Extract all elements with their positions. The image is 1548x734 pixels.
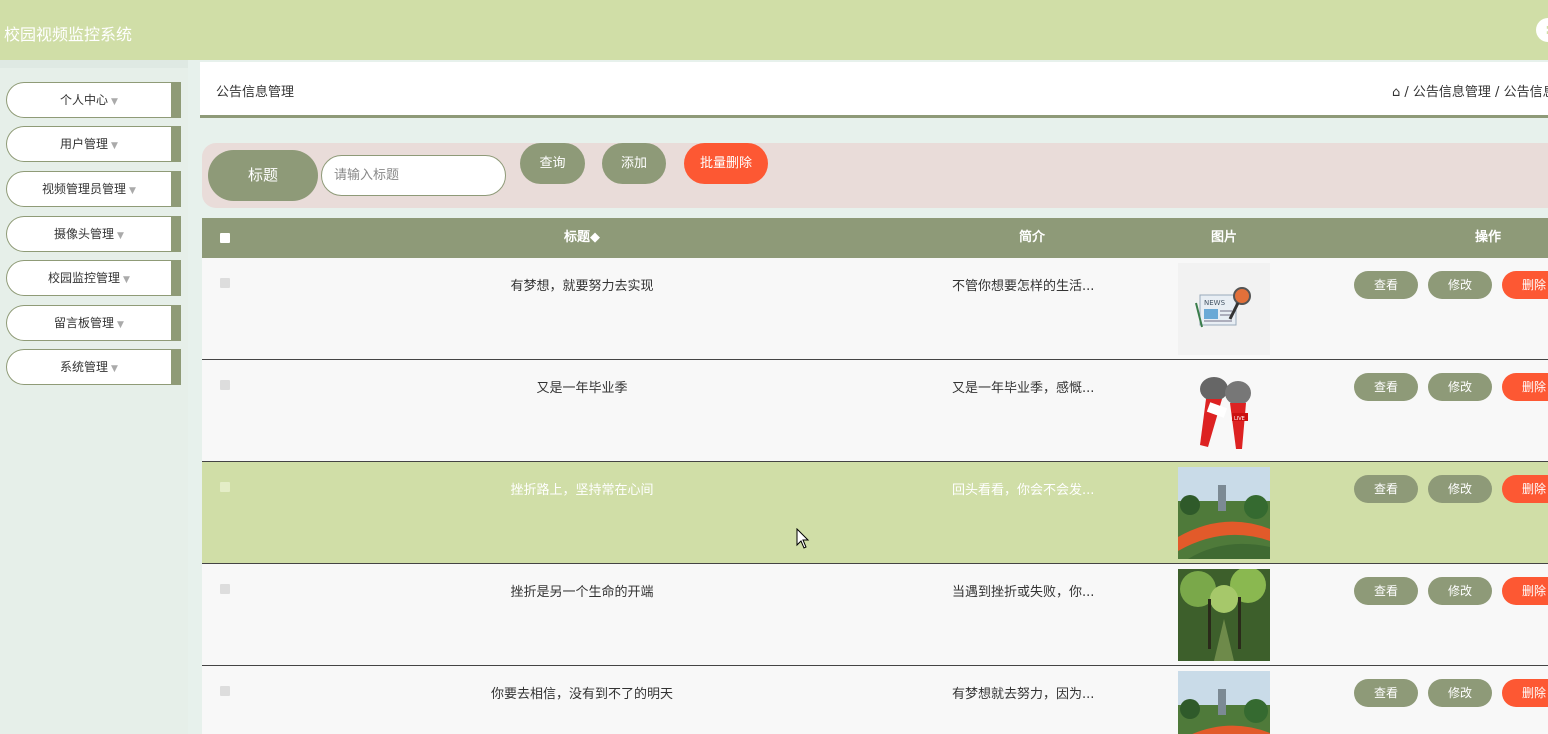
row-title: 有梦想，就要努力去实现 [510, 279, 654, 294]
sidebar: 个人中心 ▼ 用户管理 ▼ 视频管理员管理 ▼ 摄像头管理 ▼ 校园监控管理 ▼ 留言板管… [0, 60, 188, 734]
chevron-down-icon: ▼ [117, 320, 124, 330]
column-header-intro: 简介 [1018, 230, 1045, 245]
top-bar: 校园视频监控系统 : [0, 0, 1548, 60]
view-button[interactable]: 查看 [1354, 577, 1418, 605]
sidebar-item-system[interactable]: 系统管理 ▼ [6, 349, 181, 385]
table-row: 你要去相信，没有到不了的明天 有梦想就去努力，因为... 查看 修改 删除 [202, 666, 1548, 734]
edit-button[interactable]: 修改 [1428, 679, 1492, 707]
chevron-down-icon: ▼ [111, 364, 118, 374]
sidebar-item-label: 校园监控管理 [48, 271, 121, 285]
sidebar-item-label: 视频管理员管理 [42, 182, 127, 196]
table-row: 挫折路上，坚持常在心间 回头看看，你会不会发... 查看 修改 删除 [202, 462, 1548, 564]
mouse-cursor-icon [796, 528, 810, 549]
user-icon[interactable]: : [1536, 18, 1548, 42]
sidebar-item-label: 系统管理 [60, 360, 109, 374]
view-button[interactable]: 查看 [1354, 679, 1418, 707]
sidebar-item-users[interactable]: 用户管理 ▼ [6, 126, 181, 162]
table-row: 又是一年毕业季 又是一年毕业季，感慨... LIVE 查看 修改 删除 [202, 360, 1548, 462]
edit-button[interactable]: 修改 [1428, 475, 1492, 503]
query-button[interactable]: 查询 [520, 143, 585, 184]
delete-button[interactable]: 删除 [1502, 475, 1548, 503]
row-title: 你要去相信，没有到不了的明天 [490, 687, 673, 702]
row-intro: 回头看看，你会不会发... [952, 483, 1095, 498]
column-header-actions: 操作 [1474, 230, 1501, 245]
home-icon[interactable]: ⌂ [1392, 85, 1400, 100]
sidebar-item-label: 留言板管理 [54, 316, 115, 330]
chevron-down-icon: ▼ [111, 141, 118, 151]
column-header-image: 图片 [1210, 230, 1237, 245]
delete-button[interactable]: 删除 [1502, 679, 1548, 707]
sidebar-item-video-admins[interactable]: 视频管理员管理 ▼ [6, 171, 181, 207]
table-row: 挫折是另一个生命的开端 当遇到挫折或失败，你... 查看 修改 删除 [202, 564, 1548, 666]
row-image [1178, 467, 1270, 559]
sidebar-item-label: 个人中心 [60, 93, 109, 107]
app-title: 校园视频监控系统 [4, 25, 133, 44]
page-title: 公告信息管理 [216, 85, 295, 100]
row-image: LIVE [1178, 365, 1270, 457]
view-button[interactable]: 查看 [1354, 373, 1418, 401]
batch-delete-button[interactable]: 批量删除 [684, 143, 768, 184]
table-header: 标题◆ 简介 图片 操作 [202, 218, 1548, 258]
search-label: 标题 [208, 150, 318, 201]
chevron-down-icon: ▼ [111, 97, 118, 107]
view-button[interactable]: 查看 [1354, 475, 1418, 503]
row-intro: 不管你想要怎样的生活... [952, 279, 1095, 294]
search-bar: 标题 查询 添加 批量删除 [202, 143, 1548, 208]
delete-button[interactable]: 删除 [1502, 373, 1548, 401]
chevron-down-icon: ▼ [129, 186, 136, 196]
row-image: NEWS [1178, 263, 1270, 355]
breadcrumb: ⌂ / 公告信息管理 / 公告信息 [1392, 81, 1548, 100]
column-header-title[interactable]: 标题◆ [202, 218, 962, 258]
sidebar-item-label: 用户管理 [60, 137, 109, 151]
breadcrumb-path[interactable]: / 公告信息管理 / 公告信息 [1404, 85, 1548, 100]
svg-text:LIVE: LIVE [1234, 416, 1245, 422]
delete-button[interactable]: 删除 [1502, 577, 1548, 605]
edit-button[interactable]: 修改 [1428, 271, 1492, 299]
row-image [1178, 569, 1270, 661]
view-button[interactable]: 查看 [1354, 271, 1418, 299]
row-title: 挫折是另一个生命的开端 [510, 585, 654, 600]
svg-text:NEWS: NEWS [1204, 299, 1226, 307]
row-image [1178, 671, 1270, 734]
sidebar-item-campus-monitor[interactable]: 校园监控管理 ▼ [6, 260, 181, 296]
sidebar-item-message-board[interactable]: 留言板管理 ▼ [6, 305, 181, 341]
delete-button[interactable]: 删除 [1502, 271, 1548, 299]
sidebar-item-label: 摄像头管理 [54, 227, 115, 241]
chevron-down-icon: ▼ [117, 231, 124, 241]
row-intro: 又是一年毕业季，感慨... [952, 381, 1095, 396]
row-intro: 当遇到挫折或失败，你... [952, 585, 1095, 600]
sidebar-item-cameras[interactable]: 摄像头管理 ▼ [6, 216, 181, 252]
search-input[interactable] [321, 155, 506, 196]
row-intro: 有梦想就去努力，因为... [952, 687, 1095, 702]
edit-button[interactable]: 修改 [1428, 373, 1492, 401]
edit-button[interactable]: 修改 [1428, 577, 1492, 605]
add-button[interactable]: 添加 [602, 143, 666, 184]
chevron-down-icon: ▼ [123, 275, 130, 285]
row-title: 挫折路上，坚持常在心间 [510, 483, 654, 498]
row-title: 又是一年毕业季 [536, 381, 628, 396]
table-row: 有梦想，就要努力去实现 不管你想要怎样的生活... NEWS 查看 修改 删除 [202, 258, 1548, 360]
sidebar-item-profile[interactable]: 个人中心 ▼ [6, 82, 181, 118]
breadcrumb-bar: 公告信息管理 ⌂ / 公告信息管理 / 公告信息 [200, 62, 1548, 118]
